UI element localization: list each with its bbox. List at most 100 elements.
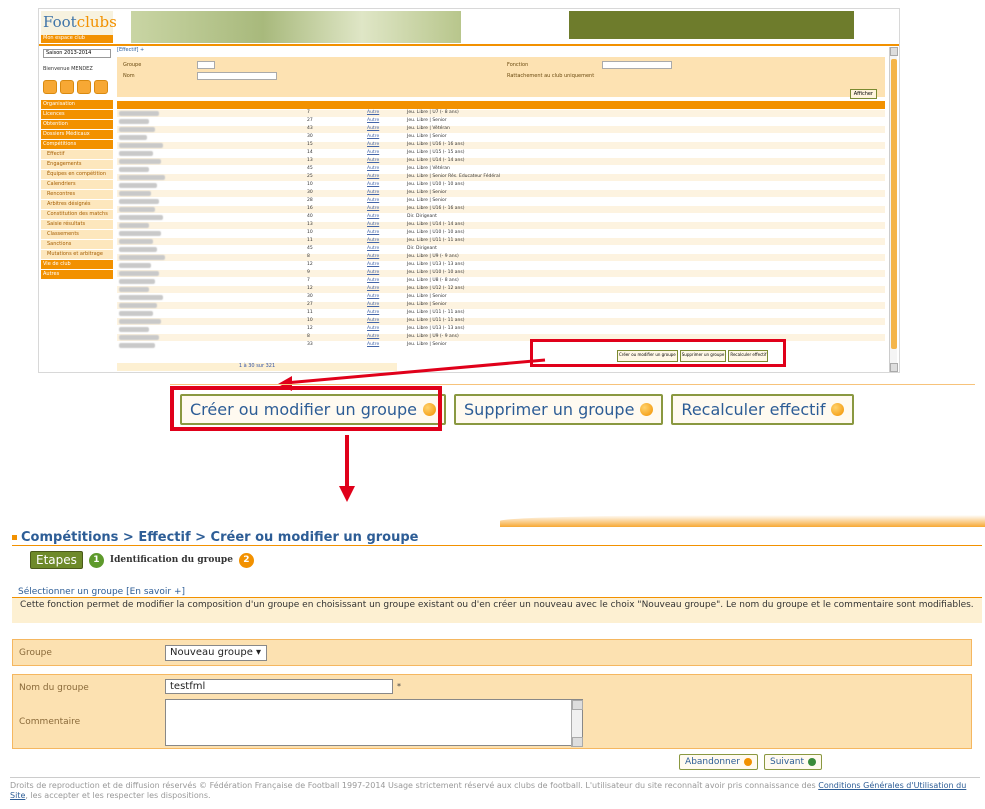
subnav-item[interactable]: Saisie résultats (41, 220, 113, 229)
table-row[interactable]: 43 Autre Jeu. Libre | Vétéran (117, 126, 885, 133)
row-link[interactable]: Autre (367, 166, 379, 171)
table-row[interactable]: 15 Autre Jeu. Libre | U16 (- 16 ans) (117, 142, 885, 149)
nav-item[interactable]: Vie de club (41, 260, 113, 269)
commentaire-textarea[interactable] (165, 699, 583, 747)
row-link[interactable]: Autre (367, 310, 379, 315)
subnav-item[interactable]: Constitution des matchs (41, 210, 113, 219)
scroll-up-icon[interactable] (890, 47, 898, 56)
table-row[interactable]: 8 Autre Jeu. Libre | U9 (- 9 ans) (117, 254, 885, 261)
row-link[interactable]: Autre (367, 246, 379, 251)
row-link[interactable]: Autre (367, 278, 379, 283)
row-link[interactable]: Autre (367, 142, 379, 147)
row-link[interactable]: Autre (367, 286, 379, 291)
scroll-down-icon[interactable] (890, 363, 898, 372)
table-row[interactable]: 28 Autre Jeu. Libre | Senior (117, 198, 885, 205)
textarea-scrollbar[interactable] (571, 700, 583, 747)
subnav-item[interactable]: Effectif (41, 150, 113, 159)
row-link[interactable]: Autre (367, 254, 379, 259)
table-row[interactable]: 27 Autre Jeu. Libre | Senior (117, 302, 885, 309)
afficher-button[interactable]: Afficher (849, 89, 877, 99)
scroll-down-icon[interactable] (572, 737, 583, 747)
table-row[interactable]: 45 Autre Dir. Dirigeant (117, 246, 885, 253)
row-link[interactable]: Autre (367, 230, 379, 235)
subnav-item[interactable]: Rencontres (41, 190, 113, 199)
scrollbar[interactable] (889, 47, 898, 372)
row-link[interactable]: Autre (367, 198, 379, 203)
row-link[interactable]: Autre (367, 222, 379, 227)
table-row[interactable]: 27 Autre Jeu. Libre | Senior (117, 118, 885, 125)
filter-fonction-select[interactable] (602, 61, 672, 69)
table-row[interactable]: 10 Autre Jeu. Libre | U10 (- 10 ans) (117, 182, 885, 189)
subnav-item[interactable]: Classements (41, 230, 113, 239)
next-button[interactable]: Suivant (764, 754, 822, 770)
table-row[interactable]: 9 Autre Jeu. Libre | U10 (- 10 ans) (117, 270, 885, 277)
pager[interactable]: 1 à 30 sur 321 (117, 363, 397, 371)
subnav-item[interactable]: Engagements (41, 160, 113, 169)
table-row[interactable]: 30 Autre Jeu. Libre | Senior (117, 190, 885, 197)
table-row[interactable]: 12 Autre Jeu. Libre | U12 (- 12 ans) (117, 286, 885, 293)
row-link[interactable]: Autre (367, 134, 379, 139)
row-link[interactable]: Autre (367, 334, 379, 339)
table-row[interactable]: 30 Autre Jeu. Libre | Senior (117, 294, 885, 301)
row-link[interactable]: Autre (367, 326, 379, 331)
delete-group-button[interactable]: Supprimer un groupe (454, 394, 664, 425)
table-row[interactable]: 11 Autre Jeu. Libre | U11 (- 11 ans) (117, 310, 885, 317)
filter-groupe-select[interactable] (197, 61, 215, 69)
nav-item[interactable]: Dossiers Médicaux (41, 130, 113, 139)
row-link[interactable]: Autre (367, 214, 379, 219)
nav-item[interactable]: Licences (41, 110, 113, 119)
nav-item[interactable]: Organisation (41, 100, 113, 109)
row-link[interactable]: Autre (367, 190, 379, 195)
season-select[interactable]: Saison 2013-2014 (43, 49, 111, 58)
row-link[interactable]: Autre (367, 182, 379, 187)
row-link[interactable]: Autre (367, 126, 379, 131)
subnav-item[interactable]: Équipes en compétition (41, 170, 113, 179)
row-link[interactable]: Autre (367, 238, 379, 243)
row-link[interactable]: Autre (367, 294, 379, 299)
subnav-item[interactable]: Sanctions (41, 240, 113, 249)
step-2-badge[interactable]: 2 (238, 552, 254, 568)
table-row[interactable]: 12 Autre Jeu. Libre | U13 (- 13 ans) (117, 262, 885, 269)
table-row[interactable]: 14 Autre Jeu. Libre | U15 (- 15 ans) (117, 150, 885, 157)
row-link[interactable]: Autre (367, 270, 379, 275)
subnav-item[interactable]: Mutations et arbitrage (41, 250, 113, 259)
row-link[interactable]: Autre (367, 342, 379, 347)
table-row[interactable]: 7 Autre Jeu. Libre | U7 (- 8 ans) (117, 110, 885, 117)
row-link[interactable]: Autre (367, 118, 379, 123)
breadcrumb[interactable]: [Effectif] + (117, 47, 144, 53)
row-link[interactable]: Autre (367, 110, 379, 115)
groupe-select[interactable]: Nouveau groupe ▾ (165, 645, 267, 661)
row-link[interactable]: Autre (367, 150, 379, 155)
tab-icon[interactable] (94, 80, 108, 94)
footclubs-logo[interactable]: Footclubs Mon espace club (41, 11, 117, 43)
table-row[interactable]: 45 Autre Jeu. Libre | Vétéran (117, 166, 885, 173)
table-row[interactable]: 11 Autre Jeu. Libre | U11 (- 11 ans) (117, 238, 885, 245)
select-group-link[interactable]: Sélectionner un groupe [En savoir +] (18, 587, 185, 597)
tab-icon[interactable] (60, 80, 74, 94)
tab-icon[interactable] (43, 80, 57, 94)
nav-item[interactable]: Autres (41, 270, 113, 279)
table-row[interactable]: 13 Autre Jeu. Libre | U14 (- 14 ans) (117, 158, 885, 165)
row-link[interactable]: Autre (367, 318, 379, 323)
table-row[interactable]: 7 Autre Jeu. Libre | U8 (- 8 ans) (117, 278, 885, 285)
row-link[interactable]: Autre (367, 158, 379, 163)
row-link[interactable]: Autre (367, 302, 379, 307)
recalc-button[interactable]: Recalculer effectif (671, 394, 855, 425)
nom-input[interactable]: testfml (165, 679, 393, 694)
row-link[interactable]: Autre (367, 174, 379, 179)
table-row[interactable]: 25 Autre Jeu. Libre | Senior Rés. Educateu… (117, 174, 885, 181)
table-row[interactable]: 10 Autre Jeu. Libre | U10 (- 10 ans) (117, 230, 885, 237)
filter-rattachement-label[interactable]: Rattachement au club uniquement (507, 73, 594, 79)
nav-item[interactable]: Obtention (41, 120, 113, 129)
table-row[interactable]: 10 Autre Jeu. Libre | U11 (- 11 ans) (117, 318, 885, 325)
table-row[interactable]: 12 Autre Jeu. Libre | U13 (- 13 ans) (117, 326, 885, 333)
subnav-item[interactable]: Arbitres désignés (41, 200, 113, 209)
nav-item[interactable]: Compétitions (41, 140, 113, 149)
filter-nom-input[interactable] (197, 72, 277, 80)
table-row[interactable]: 13 Autre Jeu. Libre | U14 (- 14 ans) (117, 222, 885, 229)
subnav-item[interactable]: Calendriers (41, 180, 113, 189)
table-row[interactable]: 16 Autre Jeu. Libre | U16 (- 16 ans) (117, 206, 885, 213)
row-link[interactable]: Autre (367, 206, 379, 211)
abandon-button[interactable]: Abandonner (679, 754, 758, 770)
table-row[interactable]: 40 Autre Dir. Dirigeant (117, 214, 885, 221)
